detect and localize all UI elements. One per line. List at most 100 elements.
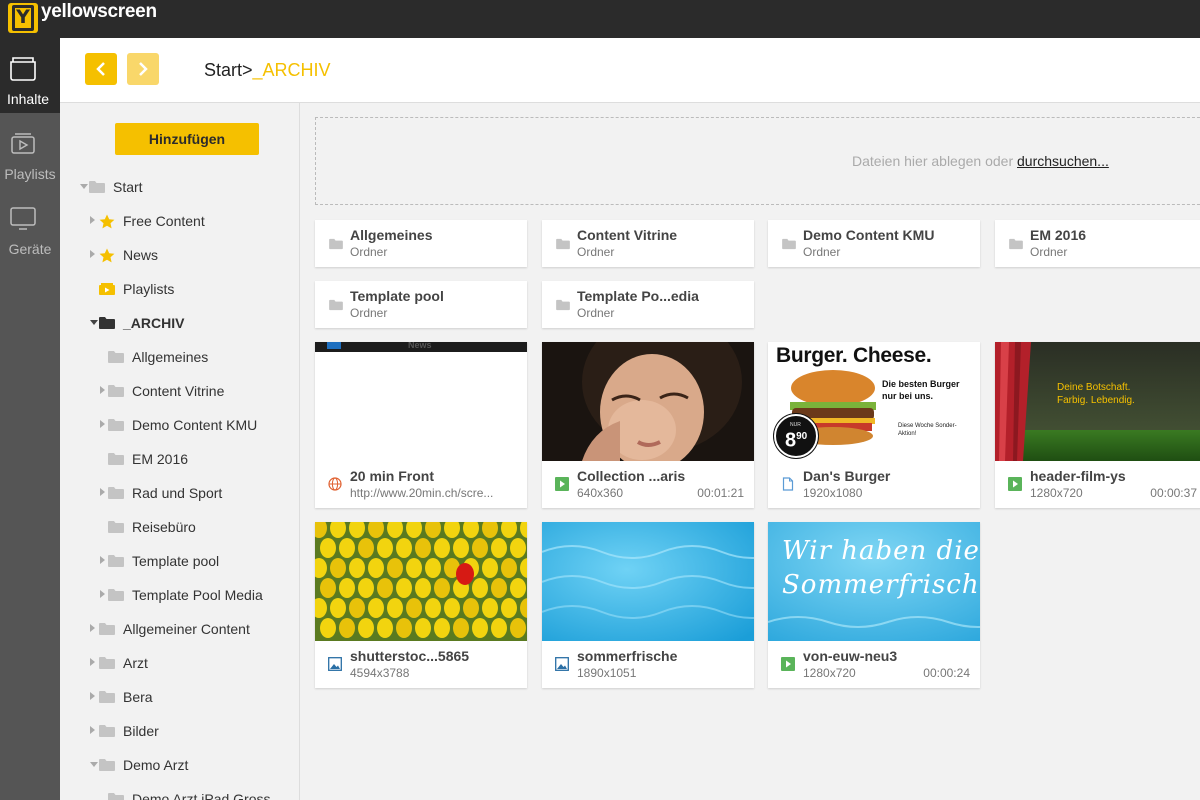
tree-item[interactable]: Allgemeiner Content xyxy=(60,617,299,641)
folder-icon xyxy=(99,724,115,741)
globe-icon xyxy=(328,477,342,491)
media-card-header-film-ys[interactable]: Deine Botschaft. Farbig. Lebendig. heade… xyxy=(995,342,1200,508)
tree-item[interactable]: Playlists xyxy=(60,277,299,301)
folder-icon xyxy=(108,452,124,469)
caret-right-icon[interactable] xyxy=(90,216,95,224)
tree-item[interactable]: Template pool xyxy=(60,549,299,573)
tree-item[interactable]: Bera xyxy=(60,685,299,709)
media-name: sommerfrische xyxy=(577,648,678,664)
media-card-von-euw-neu3[interactable]: Wir haben die Sommerfrische. von-euw-neu… xyxy=(768,522,980,688)
logo-mark: Y xyxy=(8,3,38,33)
media-name: von-euw-neu3 xyxy=(803,648,898,664)
top-bar: Y yellowscreen xyxy=(0,0,1200,38)
media-url: http://www.20min.ch/scre... xyxy=(350,486,494,500)
folder-type: Ordner xyxy=(350,306,388,320)
star-icon xyxy=(99,248,115,266)
breadcrumb-root[interactable]: Start xyxy=(204,60,242,80)
upload-dropzone[interactable]: Dateien hier ablegen oder durchsuchen... xyxy=(315,117,1200,205)
media-resolution: 4594x3788 xyxy=(350,666,410,680)
folder-icon xyxy=(329,238,343,250)
folder-card[interactable]: Content Vitrine Ordner xyxy=(542,220,754,267)
media-card-sommerfrische[interactable]: sommerfrische 1890x1051 xyxy=(542,522,754,688)
caret-right-icon[interactable] xyxy=(90,250,95,258)
price-cents: 90 xyxy=(796,431,808,442)
tree-item-label: Allgemeiner Content xyxy=(123,621,250,637)
nav-item-inhalte[interactable]: Inhalte xyxy=(0,38,60,113)
folder-card[interactable]: Allgemeines Ordner xyxy=(315,220,527,267)
tree-item[interactable]: Reisebüro xyxy=(60,515,299,539)
tree-item-label: Template pool xyxy=(132,553,220,569)
tree-item[interactable]: _ARCHIV xyxy=(60,311,299,335)
playlist-icon xyxy=(11,133,35,154)
folder-name: Template pool xyxy=(350,288,444,304)
tree-item[interactable]: Demo Arzt xyxy=(60,753,299,777)
thumbnail: Wir haben die Sommerfrische. xyxy=(768,522,980,641)
tree-item[interactable]: EM 2016 xyxy=(60,447,299,471)
tree-item-label: Demo Arzt iPad Gross xyxy=(132,791,271,800)
back-button[interactable] xyxy=(85,53,117,85)
folder-icon xyxy=(108,418,124,435)
caret-right-icon[interactable] xyxy=(90,624,95,632)
caret-right-icon[interactable] xyxy=(100,556,105,564)
tree-item-label: Start xyxy=(113,179,143,195)
breadcrumb-current: _ARCHIV xyxy=(252,60,331,80)
media-card-shutterstock[interactable]: shutterstoc...5865 4594x3788 xyxy=(315,522,527,688)
folder-icon xyxy=(99,758,115,775)
app-logo[interactable]: Y yellowscreen xyxy=(8,1,157,33)
tree-item[interactable]: Free Content xyxy=(60,209,299,233)
image-icon xyxy=(555,657,569,671)
caret-right-icon[interactable] xyxy=(90,692,95,700)
tree-item[interactable]: News xyxy=(60,243,299,267)
caret-down-icon[interactable] xyxy=(90,320,98,325)
folder-icon xyxy=(99,690,115,707)
tree-item[interactable]: Template Pool Media xyxy=(60,583,299,607)
tree-item[interactable]: Arzt xyxy=(60,651,299,675)
content-area: Dateien hier ablegen oder durchsuchen...… xyxy=(300,103,1200,800)
folder-name: Demo Content KMU xyxy=(803,227,935,243)
thumbnail: Deine Botschaft. Farbig. Lebendig. xyxy=(995,342,1200,461)
tree-item[interactable]: Rad und Sport xyxy=(60,481,299,505)
caret-right-icon[interactable] xyxy=(90,658,95,666)
media-name: Collection ...aris xyxy=(577,468,686,484)
folder-card[interactable]: Template Po...edia Ordner xyxy=(542,281,754,328)
media-card-dans-burger[interactable]: Burger. Cheese. Die besten Burger nur be… xyxy=(768,342,980,508)
media-card-collection-paris[interactable]: Collection ...aris 640x360 00:01:21 xyxy=(542,342,754,508)
folder-card[interactable]: EM 2016 Ordner xyxy=(995,220,1200,267)
folder-icon xyxy=(99,622,115,639)
tree-item[interactable]: Allgemeines xyxy=(60,345,299,369)
media-resolution: 1280x720 xyxy=(1030,486,1083,500)
caret-right-icon[interactable] xyxy=(100,590,105,598)
tree-item[interactable]: Start xyxy=(60,175,299,199)
tree-item-label: Bilder xyxy=(123,723,159,739)
main-nav: Inhalte Playlists Geräte xyxy=(0,38,60,800)
folder-card[interactable]: Template pool Ordner xyxy=(315,281,527,328)
star-icon xyxy=(99,214,115,232)
nav-item-playlists[interactable]: Playlists xyxy=(0,113,60,188)
caret-right-icon[interactable] xyxy=(100,386,105,394)
nav-label: Inhalte xyxy=(6,91,50,107)
folder-type: Ordner xyxy=(1030,245,1068,259)
tree-item[interactable]: Bilder xyxy=(60,719,299,743)
caret-down-icon[interactable] xyxy=(90,762,98,767)
media-resolution: 1920x1080 xyxy=(803,486,863,500)
logo-letter: Y xyxy=(12,5,34,31)
nav-item-geraete[interactable]: Geräte xyxy=(0,188,60,263)
add-button[interactable]: Hinzufügen xyxy=(115,123,259,155)
folder-name: EM 2016 xyxy=(1030,227,1087,243)
tree-item[interactable]: Content Vitrine xyxy=(60,379,299,403)
tree-item[interactable]: Demo Arzt iPad Gross xyxy=(60,787,299,800)
thumbnail-line-2: Sommerfrische. xyxy=(782,570,980,600)
thumbnail-tagline: Die besten Burger nur bei uns. xyxy=(882,379,960,401)
folder-card[interactable]: Demo Content KMU Ordner xyxy=(768,220,980,267)
caret-right-icon[interactable] xyxy=(100,488,105,496)
tree-item[interactable]: Demo Content KMU xyxy=(60,413,299,437)
media-card-20min-front[interactable]: News 20 min Front http://www.20min.ch/sc… xyxy=(315,342,527,508)
tree-item-label: Allgemeines xyxy=(132,349,209,365)
tree-item-label: EM 2016 xyxy=(132,451,189,467)
caret-right-icon[interactable] xyxy=(100,420,105,428)
caret-right-icon[interactable] xyxy=(90,726,95,734)
browse-link[interactable]: durchsuchen... xyxy=(1017,153,1109,169)
caret-down-icon[interactable] xyxy=(80,184,88,189)
thumbnail xyxy=(315,522,527,641)
forward-button[interactable] xyxy=(127,53,159,85)
